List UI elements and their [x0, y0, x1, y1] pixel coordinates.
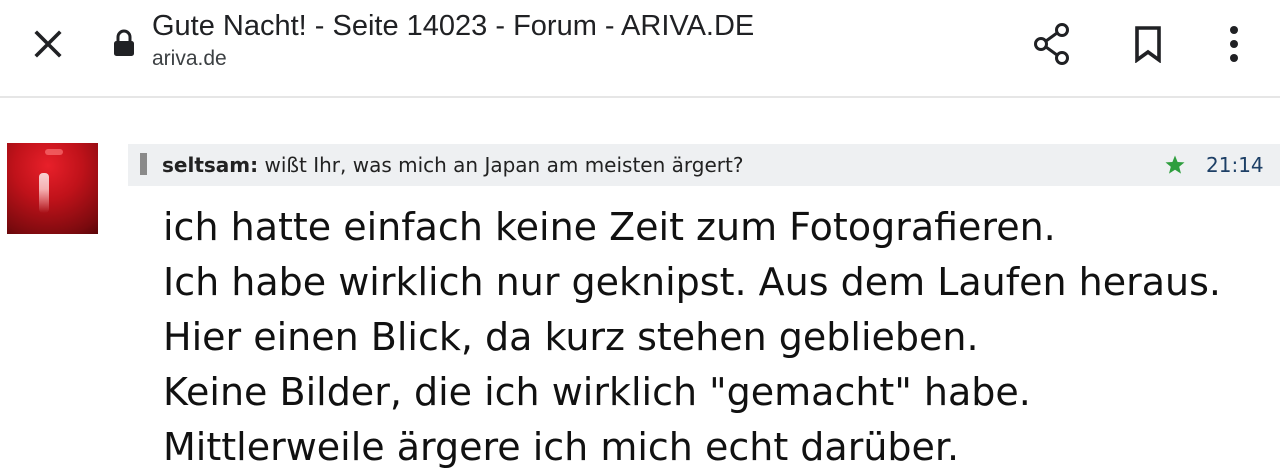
- more-options-button[interactable]: [1208, 18, 1260, 70]
- share-button[interactable]: [1026, 18, 1078, 70]
- forum-post: seltsam: wißt Ihr, was mich an Japan am …: [0, 100, 1280, 476]
- avatar[interactable]: [7, 143, 98, 234]
- quote-body: wißt Ihr, was mich an Japan am meisten ä…: [258, 153, 744, 177]
- post-time: 21:14: [1206, 153, 1264, 177]
- share-icon: [1034, 23, 1069, 65]
- post-line: Mittlerweile ärgere ich mich echt darübe…: [163, 425, 960, 469]
- browser-toolbar: Gute Nacht! - Seite 14023 - Forum - ARIV…: [0, 0, 1280, 98]
- close-button[interactable]: [26, 22, 70, 66]
- post-line: Ich habe wirklich nur geknipst. Aus dem …: [163, 260, 1221, 304]
- quote-marker: [140, 153, 147, 175]
- post-line: Keine Bilder, die ich wirklich "gemacht"…: [163, 370, 1031, 414]
- quote-author[interactable]: seltsam:: [162, 153, 258, 177]
- page-domain: ariva.de: [152, 47, 227, 70]
- star-icon[interactable]: [1164, 154, 1186, 176]
- quote-text: seltsam: wißt Ihr, was mich an Japan am …: [162, 153, 743, 177]
- bookmark-icon: [1135, 26, 1161, 63]
- avatar-glow: [39, 173, 49, 213]
- post-body: ich hatte einfach keine Zeit zum Fotogra…: [163, 200, 1273, 475]
- more-vert-icon: [1230, 26, 1238, 62]
- post-line: Hier einen Blick, da kurz stehen geblieb…: [163, 315, 979, 359]
- title-block[interactable]: Gute Nacht! - Seite 14023 - Forum - ARIV…: [152, 8, 972, 74]
- lock-icon: [114, 29, 134, 56]
- post-line: ich hatte einfach keine Zeit zum Fotogra…: [163, 205, 1056, 249]
- close-icon: [34, 30, 62, 58]
- page-title: Gute Nacht! - Seite 14023 - Forum - ARIV…: [152, 10, 755, 42]
- quote-header: seltsam: wißt Ihr, was mich an Japan am …: [128, 144, 1280, 186]
- avatar-highlight: [45, 149, 63, 155]
- bookmark-button[interactable]: [1122, 18, 1174, 70]
